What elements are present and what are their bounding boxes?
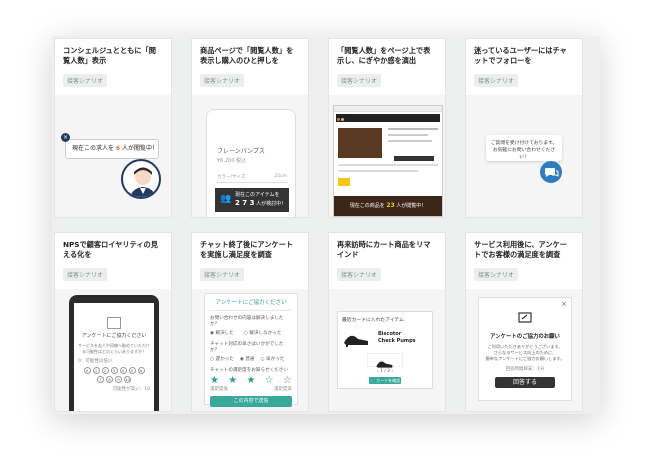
close-icon[interactable]: × [61, 133, 70, 142]
phone-mockup: アンケートにご協力ください サービスを友人や同僚へ勧めていただける可能性はどのく… [69, 295, 159, 411]
nps-option[interactable]: 1 [92, 367, 100, 374]
product-name: フレーンパンプス [217, 148, 265, 155]
phone-mockup: フレーンパンプス ¥6,200 税込 カラー/サイズ 25cm 👥 現在このアイ… [206, 109, 296, 217]
nps-option[interactable]: 3 [110, 367, 118, 374]
scenario-tag: 接客シナリオ [337, 74, 382, 87]
scenario-card[interactable]: NPSで顧客ロイヤリティの見える化を 接客シナリオ アンケートにご協力ください … [54, 232, 172, 412]
card-title: NPSで顧客ロイヤリティの見える化を [63, 240, 158, 259]
star-icon[interactable]: ★ [228, 375, 237, 386]
nps-option[interactable]: 7 [97, 376, 104, 383]
survey-icon [107, 317, 121, 329]
viewer-bubble: 現在この求人を 6 人が閲覧中！ [65, 139, 159, 159]
star-icon[interactable]: ☆ [265, 375, 274, 386]
scenario-card[interactable]: チャット終了後にアンケートを実施し満足度を調査 接客シナリオ アンケートにご協力… [191, 232, 309, 412]
scenario-tag: 接客シナリオ [63, 74, 108, 87]
radio-fast[interactable]: ○ 早かった [261, 356, 285, 362]
answer-time: 回答時間目安：1分 [505, 367, 545, 372]
survey-title: アンケートにご協力ください [81, 333, 147, 339]
size-select[interactable]: カラー/サイズ 25cm [217, 174, 287, 183]
cart-icon: 🛒 [369, 378, 375, 383]
close-icon[interactable]: × [561, 300, 567, 308]
nps-option[interactable]: 2 [101, 367, 109, 374]
nps-option[interactable]: 9 [115, 376, 122, 383]
card-title: サービス利用後に、アンケートでお客様の満足度を調査 [474, 240, 567, 259]
star-icon[interactable]: ★ [210, 375, 219, 386]
card-title: 商品ページで「閲覧人数」を表示し購入のひと押しを [200, 46, 294, 65]
site-header [336, 114, 440, 122]
star-rating[interactable]: ★ ★ ★ ☆ ☆ [210, 375, 292, 386]
card-title: 「閲覧人数」をページ上で表示し、にぎやか感を演出 [337, 46, 431, 65]
pager: 1 / 3 [379, 369, 391, 374]
chevron-left-icon[interactable]: ‹ [377, 369, 379, 374]
next-item-preview [367, 353, 403, 368]
users-icon: 👥 [220, 194, 232, 204]
nps-option[interactable]: 10 [124, 376, 131, 383]
scenario-tag: 接客シナリオ [63, 268, 108, 281]
scenario-card[interactable]: コンシェルジュとともに「閲覧人数」表示 接客シナリオ 現在この求人を 6 人が閲… [54, 38, 172, 218]
radio-normal[interactable]: ◉ 普通 [240, 356, 255, 362]
card-title: コンシェルジュとともに「閲覧人数」表示 [63, 46, 156, 65]
product-price: ¥6,200 [217, 158, 235, 164]
survey-question: サービスを友人や同僚へ勧めていただける可能性はどのくらいありますか？ [78, 343, 150, 354]
nps-option[interactable]: 8 [106, 376, 113, 383]
nps-option[interactable]: 0 [83, 367, 91, 374]
survey-panel: アンケートにご協力ください お問い合わせの内容は解決しましたか？ ◉ 解決した … [204, 293, 298, 407]
concierge-avatar [121, 159, 161, 199]
nps-option[interactable]: 6 [137, 367, 145, 374]
viewer-banner: 現在この商品を 23 人が閲覧中！ [334, 196, 442, 216]
card-title: 再来訪時にカート商品をリマインド [337, 240, 431, 259]
viewer-popup: 👥 現在このアイテムを 2 7 3 人が検討中！ [215, 188, 289, 212]
radio-slow[interactable]: ○ 遅かった [210, 356, 234, 362]
scenario-tag: 接客シナリオ [474, 268, 519, 281]
star-icon[interactable]: ★ [247, 375, 256, 386]
scenario-card[interactable]: サービス利用後に、アンケートでお客様の満足度を調査 接客シナリオ × アンケート… [465, 232, 583, 412]
scenario-tag: 接客シナリオ [337, 268, 382, 281]
scenario-card[interactable]: 迷っているユーザーにはチャットでフォローを 接客シナリオ ご質問を受け付けており… [465, 38, 583, 218]
radio-solved[interactable]: ◉ 解決した [210, 330, 234, 336]
scenario-card[interactable]: 商品ページで「閲覧人数」を表示し購入のひと押しを 接客シナリオ フレーンパンプス… [191, 38, 309, 218]
showcase-frame: コンシェルジュとともに「閲覧人数」表示 接客シナリオ 現在この求人を 6 人が閲… [52, 36, 600, 414]
nps-option[interactable]: 5 [128, 367, 136, 374]
nps-scale: 0 1 2 3 4 5 6 7 8 9 10 [78, 367, 150, 383]
chevron-right-icon[interactable]: › [391, 369, 393, 374]
scenario-tag: 接客シナリオ [200, 74, 245, 87]
pumps-image [344, 335, 368, 347]
scenario-tag: 接客シナリオ [200, 268, 245, 281]
cart-box-title: 最近カートに入れたアイテム [342, 318, 404, 323]
submit-button[interactable]: この内容で送信 [210, 396, 292, 407]
product-thumb [338, 128, 382, 158]
chat-bubble: ご質問を受け付けております。 お気軽にお問い合わせください！ [486, 135, 562, 161]
browser-mockup: 現在この商品を 23 人が閲覧中！ [333, 105, 443, 217]
survey-header: アンケートにご協力ください [210, 294, 292, 311]
browser-bar [334, 106, 442, 121]
scenario-tag: 接客シナリオ [474, 74, 519, 87]
card-title: チャット終了後にアンケートを実施し満足度を調査 [200, 240, 294, 259]
scenario-card[interactable]: 「閲覧人数」をページ上で表示し、にぎやか感を演出 接客シナリオ 現在この商品を … [328, 38, 446, 218]
modal-title: アンケートのご協力のお願い [490, 334, 560, 340]
scenario-card[interactable]: 再来訪時にカート商品をリマインド 接客シナリオ 最近カートに入れたアイテム Bi… [328, 232, 446, 412]
cart-button[interactable]: 🛒 カートを確認 [369, 377, 401, 384]
chat-icon[interactable] [540, 161, 562, 183]
survey-modal: × アンケートのご協力のお願い ご利用いただきありがとうございます。 さらなるサ… [478, 297, 572, 401]
card-title: 迷っているユーザーにはチャットでフォローを [474, 46, 567, 65]
nps-option[interactable]: 4 [119, 367, 127, 374]
radio-unsolved[interactable]: ○ 解決しなかった [244, 330, 282, 336]
cart-reminder: 最近カートに入れたアイテム Biscotor Check Pumps ‹ 1 /… [337, 311, 433, 389]
answer-button[interactable]: 回答する [495, 377, 555, 388]
survey-screen-icon [518, 312, 532, 323]
star-icon[interactable]: ☆ [283, 375, 292, 386]
